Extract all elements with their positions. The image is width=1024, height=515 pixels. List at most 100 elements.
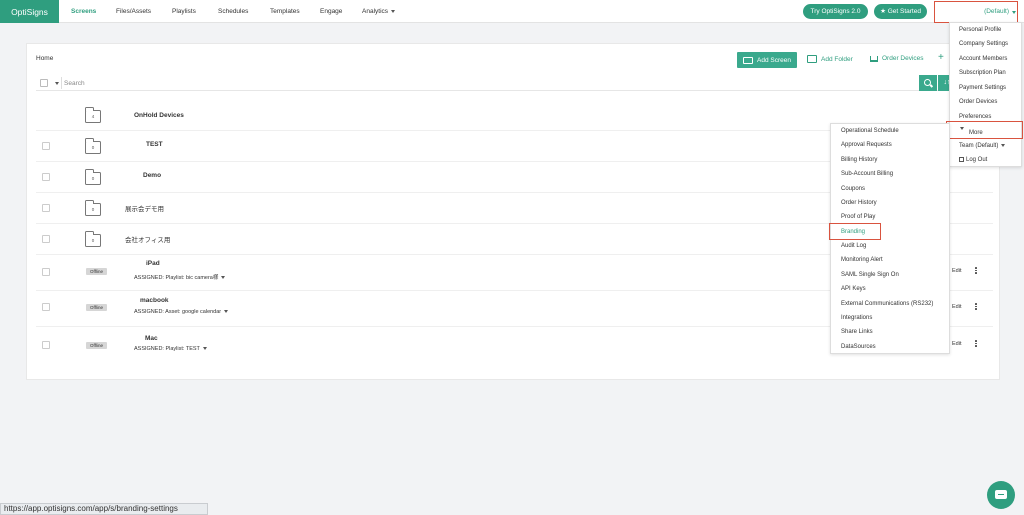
add-screen-button[interactable]: Add Screen — [737, 52, 797, 68]
row-name[interactable]: iPad — [146, 260, 160, 267]
branding-highlight — [829, 223, 881, 240]
nav-templates[interactable]: Templates — [270, 0, 300, 23]
menu-item-personal-profile[interactable]: Personal Profile — [959, 27, 1001, 33]
menu-item-datasources[interactable]: DataSources — [841, 344, 876, 350]
folder-icon: 0 — [84, 231, 101, 247]
kebab-icon[interactable] — [975, 303, 977, 311]
try-optisigns-2-button[interactable]: Try OptiSigns 2.0 — [803, 4, 868, 19]
order-devices-label: Order Devices — [882, 55, 924, 62]
row-name[interactable]: Demo — [143, 172, 161, 179]
nav-engage[interactable]: Engage — [320, 0, 342, 23]
menu-item-account-members[interactable]: Account Members — [959, 56, 1007, 62]
row-checkbox[interactable] — [42, 142, 50, 150]
add-more-button[interactable]: + — [938, 52, 944, 63]
add-folder-label: Add Folder — [821, 55, 853, 63]
nav-screens[interactable]: Screens — [71, 0, 96, 23]
chevron-down-icon — [391, 9, 396, 13]
menu-item-more[interactable]: More — [946, 121, 1023, 139]
kebab-icon[interactable] — [975, 267, 977, 275]
menu-item-sub-account-billing[interactable]: Sub-Account Billing — [841, 171, 893, 177]
menu-item-log-out[interactable]: Log Out — [959, 157, 987, 163]
search-button[interactable] — [919, 75, 937, 91]
row-name[interactable]: Mac — [145, 335, 158, 342]
nav-playlists[interactable]: Playlists — [172, 0, 196, 23]
menu-item-audit-log[interactable]: Audit Log — [841, 243, 866, 249]
menu-item-saml-sso[interactable]: SAML Single Sign On — [841, 272, 899, 278]
monitor-icon — [743, 56, 754, 64]
search-icon — [924, 79, 931, 86]
chevron-down-icon[interactable] — [55, 82, 59, 85]
assigned-content[interactable]: ASSIGNED: Asset: google calendar — [134, 309, 229, 315]
row-name[interactable]: OnHold Devices — [134, 112, 184, 119]
menu-item-team[interactable]: Team (Default) — [959, 143, 1006, 149]
menu-item-company-settings[interactable]: Company Settings — [959, 41, 1008, 47]
menu-item-share-links[interactable]: Share Links — [841, 329, 873, 335]
folder-icon: 4 — [84, 107, 101, 123]
logout-icon — [959, 157, 964, 162]
chevron-down-icon — [221, 276, 226, 280]
status-badge: Offline — [86, 342, 107, 349]
row-checkbox[interactable] — [42, 303, 50, 311]
status-badge: Offline — [86, 268, 107, 275]
nav-analytics[interactable]: Analytics — [362, 0, 396, 23]
chat-button[interactable] — [987, 481, 1015, 509]
edit-link[interactable]: Edit — [952, 304, 961, 310]
folder-icon: 0 — [84, 169, 101, 185]
menu-item-billing-history[interactable]: Billing History — [841, 157, 877, 163]
menu-item-preferences[interactable]: Preferences — [959, 114, 991, 120]
folder-icon: 0 — [84, 200, 101, 216]
search-bar: ↓↑ — [36, 75, 961, 91]
row-name[interactable]: TEST — [146, 141, 163, 148]
row-checkbox[interactable] — [42, 235, 50, 243]
folder-icon: 0 — [84, 138, 101, 154]
menu-item-payment-settings[interactable]: Payment Settings — [959, 85, 1006, 91]
row-checkbox[interactable] — [42, 268, 50, 276]
row-checkbox[interactable] — [42, 204, 50, 212]
menu-item-operational-schedule[interactable]: Operational Schedule — [841, 128, 899, 134]
optisigns-logo[interactable]: OptiSigns — [0, 0, 59, 23]
menu-item-order-history[interactable]: Order History — [841, 200, 877, 206]
menu-item-order-devices[interactable]: Order Devices — [959, 99, 997, 105]
kebab-icon[interactable] — [975, 340, 977, 348]
top-navbar: OptiSigns Screens Files/Assets Playlists… — [0, 0, 1024, 23]
account-dropdown-toggle[interactable]: (Default) — [934, 1, 1018, 23]
edit-link[interactable]: Edit — [952, 268, 961, 274]
chevron-down-icon — [960, 126, 964, 130]
chevron-down-icon — [224, 310, 229, 314]
get-started-button[interactable]: ★ Get Started — [874, 4, 927, 19]
account-name: (Default) — [984, 8, 1009, 15]
row-name[interactable]: 展示会デモ用 — [125, 203, 164, 213]
menu-item-subscription-plan[interactable]: Subscription Plan — [959, 70, 1006, 76]
row-checkbox[interactable] — [42, 173, 50, 181]
select-all-checkbox[interactable] — [40, 79, 48, 87]
menu-item-coupons[interactable]: Coupons — [841, 186, 865, 192]
folder-plus-icon — [807, 55, 817, 63]
menu-item-approval-requests[interactable]: Approval Requests — [841, 142, 892, 148]
menu-item-api-keys[interactable]: API Keys — [841, 286, 866, 292]
order-devices-button[interactable]: Order Devices — [870, 55, 924, 62]
assigned-content[interactable]: ASSIGNED: Playlist: TEST — [134, 346, 207, 352]
chevron-down-icon — [202, 347, 207, 351]
divider — [61, 77, 62, 89]
chevron-down-icon — [1012, 11, 1016, 14]
menu-item-proof-of-play[interactable]: Proof of Play — [841, 214, 875, 220]
link-status-bar: https://app.optisigns.com/app/s/branding… — [0, 503, 208, 515]
menu-item-integrations[interactable]: Integrations — [841, 315, 872, 321]
nav-schedules[interactable]: Schedules — [218, 0, 248, 23]
edit-link[interactable]: Edit — [952, 341, 961, 347]
row-name[interactable]: macbook — [140, 297, 169, 304]
add-screen-label: Add Screen — [757, 56, 791, 64]
menu-item-external-communications[interactable]: External Communications (RS232) — [841, 301, 933, 307]
chevron-down-icon — [1001, 143, 1006, 147]
assigned-content[interactable]: ASSIGNED: Playlist: bic camera様 — [134, 273, 226, 281]
breadcrumb-home[interactable]: Home — [36, 55, 53, 62]
add-folder-button[interactable]: Add Folder — [807, 55, 853, 63]
row-checkbox[interactable] — [42, 341, 50, 349]
chat-icon — [995, 490, 1007, 499]
nav-files-assets[interactable]: Files/Assets — [116, 0, 151, 23]
nav-analytics-label: Analytics — [362, 8, 389, 15]
search-input[interactable] — [64, 77, 914, 89]
row-name[interactable]: 会社オフィス用 — [125, 234, 170, 244]
menu-item-monitoring-alert[interactable]: Monitoring Alert — [841, 257, 883, 263]
status-badge: Offline — [86, 304, 107, 311]
